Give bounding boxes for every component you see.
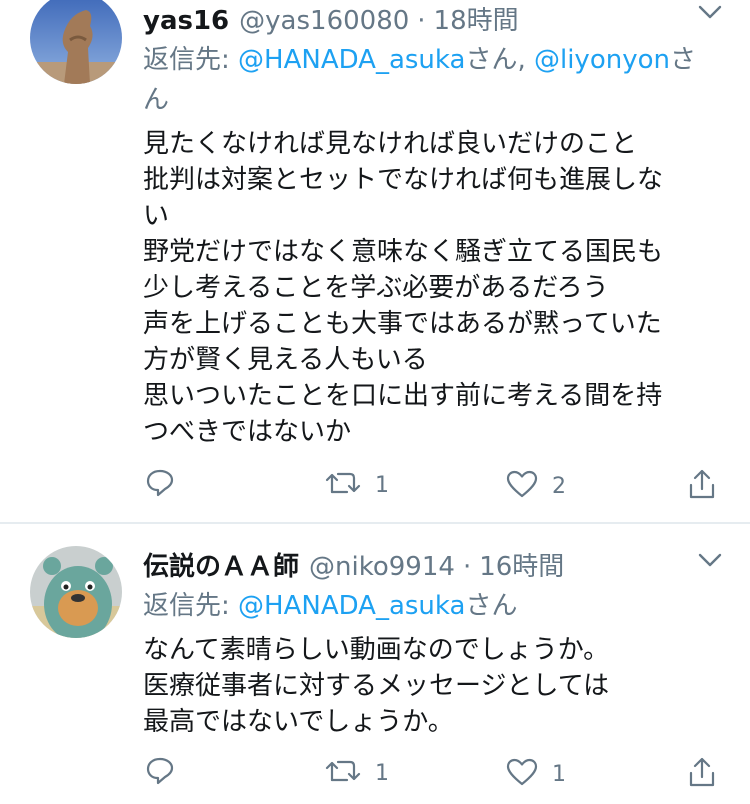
tweet-text-line: 見たくなければ見なければ良いだけのこと: [143, 129, 638, 159]
tweet-text-line: なんて素晴らしい動画なのでしょうか。: [143, 635, 610, 665]
reply-suffix: さん,: [465, 45, 534, 75]
avatar-image: [30, 0, 122, 84]
tweet-text-line: 少し考えることを学ぶ必要があるだろう: [143, 273, 609, 303]
tweet-text-line: 思いついたことを口に出す前に考える間を持: [143, 381, 663, 411]
mention-link[interactable]: @HANADA_asuka: [238, 591, 465, 621]
retweet-button[interactable]: 1: [325, 470, 389, 500]
mention-link[interactable]: @liyonyon: [534, 45, 670, 75]
tweet-text-line: 声を上げることも大事ではあるが黙っていた: [143, 309, 662, 339]
tweet-actions: 1 2: [0, 468, 750, 508]
tweet-text: 見たくなければ見なければ良いだけのこと 批判は対案とセットでなければ何も進展しな…: [143, 126, 720, 450]
display-name[interactable]: 伝説のＡＡ師: [143, 546, 299, 583]
user-handle[interactable]: @niko9914: [309, 552, 455, 582]
separator-dot: ·: [417, 6, 426, 36]
like-button[interactable]: 1: [506, 758, 566, 790]
separator-dot: ·: [462, 552, 472, 582]
tweet-actions: 1 1: [0, 756, 750, 796]
reply-suffix: さん: [465, 591, 518, 621]
tweet-text-line: 批判は対案とセットでなければ何も進展しな: [143, 165, 664, 195]
tweet[interactable]: yas16 @yas160080 · 18時間 返信先: @HANADA_asu…: [0, 0, 750, 522]
avatar[interactable]: [30, 0, 122, 84]
reply-button[interactable]: [145, 468, 175, 502]
share-icon: [688, 468, 716, 504]
mention-link[interactable]: @HANADA_asuka: [238, 45, 465, 75]
reply-context: 返信先: @HANADA_asukaさん: [143, 586, 720, 626]
tweet-text-line: 最高ではないでしょうか。: [143, 707, 454, 737]
reply-suffix: ん: [143, 85, 170, 115]
avatar-image: [30, 546, 122, 638]
avatar[interactable]: [30, 546, 122, 638]
reply-icon: [145, 468, 175, 502]
display-name[interactable]: yas16: [143, 6, 229, 36]
tweet-text-line: 医療従事者に対するメッセージとしては: [143, 671, 610, 701]
timestamp[interactable]: 18時間: [434, 0, 519, 37]
share-button[interactable]: [688, 756, 716, 792]
heart-icon: [506, 758, 538, 790]
tweet-text-line: 方が賢く見える人もいる: [143, 345, 428, 375]
timestamp[interactable]: 16時間: [479, 546, 564, 583]
retweet-icon: [325, 758, 361, 788]
retweet-icon: [325, 470, 361, 500]
reply-suffix: さ: [669, 45, 696, 75]
reply-button[interactable]: [145, 756, 175, 790]
tweet-text: なんて素晴らしい動画なのでしょうか。 医療従事者に対するメッセージとしては 最高…: [143, 632, 720, 740]
reply-prefix: 返信先:: [143, 45, 239, 75]
like-count: 2: [552, 473, 566, 499]
user-handle[interactable]: @yas160080: [239, 6, 409, 36]
tweet-text-line: い: [143, 201, 170, 231]
reply-prefix: 返信先:: [143, 591, 239, 621]
tweet-text-line: つべきではないか: [143, 417, 352, 447]
chevron-down-icon[interactable]: [698, 4, 722, 24]
tweet[interactable]: 伝説のＡＡ師 @niko9914 · 16時間 返信先: @HANADA_asu…: [0, 524, 750, 804]
retweet-count: 1: [375, 760, 389, 786]
chevron-down-icon[interactable]: [698, 552, 722, 572]
like-count: 1: [552, 761, 566, 787]
like-button[interactable]: 2: [506, 470, 566, 502]
reply-context: 返信先: @HANADA_asukaさん, @liyonyonさ ん: [143, 40, 720, 120]
share-icon: [688, 756, 716, 792]
retweet-button[interactable]: 1: [325, 758, 389, 788]
heart-icon: [506, 470, 538, 502]
retweet-count: 1: [375, 472, 389, 498]
tweet-text-line: 野党だけではなく意味なく騒ぎ立てる国民も: [143, 237, 664, 267]
reply-icon: [145, 756, 175, 790]
share-button[interactable]: [688, 468, 716, 504]
